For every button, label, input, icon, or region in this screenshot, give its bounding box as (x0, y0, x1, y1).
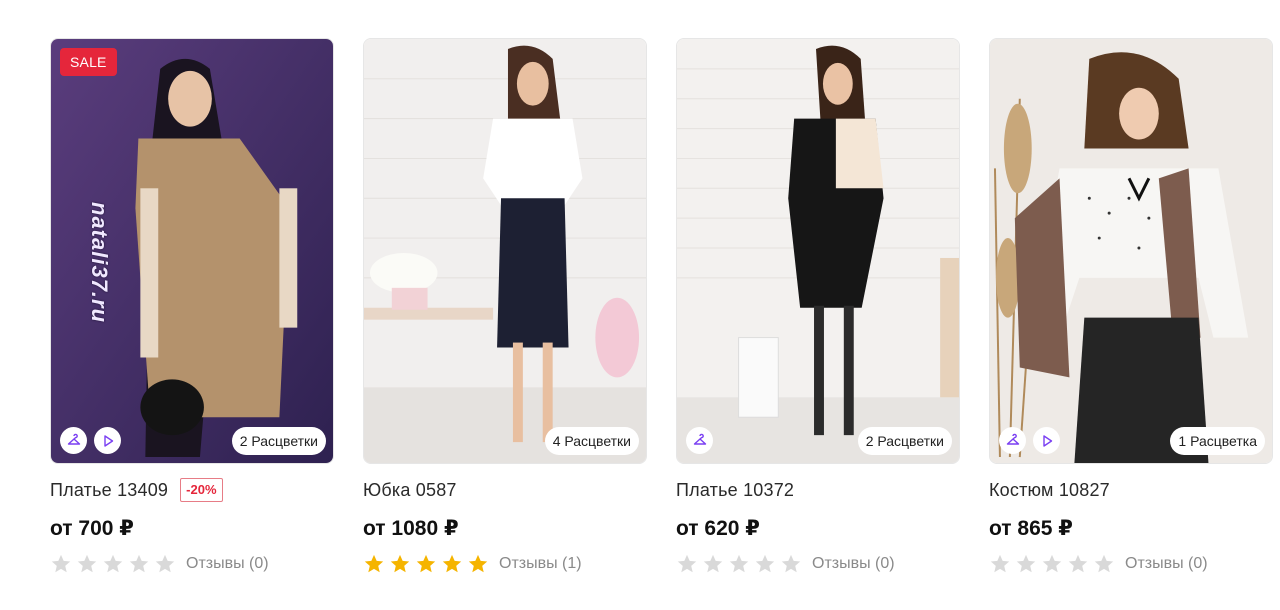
product-price: от 865 ₽ (989, 517, 1073, 540)
play-icon (1042, 434, 1052, 447)
star-icon (390, 554, 410, 573)
star-icon (1094, 554, 1114, 573)
star-icon (755, 554, 775, 573)
star-icon (51, 554, 71, 573)
product-price: от 700 ₽ (50, 517, 134, 540)
star-rating (363, 553, 489, 575)
rating-row: Отзывы (0) (676, 552, 960, 576)
product-title-row: Платье 13409 -20% (50, 478, 334, 502)
star-icon (416, 554, 436, 573)
rating-row: Отзывы (1) (363, 552, 647, 576)
try-on-button[interactable] (60, 427, 87, 454)
reviews-link[interactable]: Отзывы (0) (186, 555, 269, 573)
product-title-row: Юбка 0587 (363, 478, 647, 502)
photo-actions (60, 427, 121, 454)
try-on-button[interactable] (686, 427, 713, 454)
star-rating (50, 553, 176, 575)
product-price: от 1080 ₽ (363, 517, 459, 540)
star-icon (703, 554, 723, 573)
star-icon (442, 554, 462, 573)
play-icon (103, 434, 113, 447)
rating-row: Отзывы (0) (50, 552, 334, 576)
product-photo[interactable]: 1 Расцветка (989, 38, 1273, 464)
hanger-icon (1006, 433, 1019, 445)
star-icon (677, 554, 697, 573)
product-photo[interactable]: SALE natali37.ru 2 Расцветки (50, 38, 334, 464)
product-title-row: Костюм 10827 (989, 478, 1273, 502)
photo-actions (999, 427, 1060, 454)
star-rating (989, 553, 1115, 575)
video-button[interactable] (1033, 427, 1060, 454)
star-icon (729, 554, 749, 573)
star-icon (781, 554, 801, 573)
product-grid: SALE natali37.ru 2 Расцветки Платье 1340… (50, 38, 1274, 598)
product-photo[interactable]: 2 Расцветки (676, 38, 960, 464)
star-icon (468, 554, 488, 573)
photo-actions (686, 427, 713, 454)
sale-badge: SALE (60, 48, 117, 76)
video-button[interactable] (94, 427, 121, 454)
reviews-link[interactable]: Отзывы (0) (812, 555, 895, 573)
product-name[interactable]: Платье 10372 (676, 480, 794, 501)
star-rating (676, 553, 802, 575)
star-icon (1068, 554, 1088, 573)
color-variants-badge[interactable]: 1 Расцветка (1170, 427, 1265, 455)
product-card[interactable]: 4 Расцветки Юбка 0587 от 1080 ₽ Отзывы (… (363, 38, 647, 576)
star-icon (129, 554, 149, 573)
product-name[interactable]: Юбка 0587 (363, 480, 457, 501)
reviews-link[interactable]: Отзывы (1) (499, 555, 582, 573)
color-variants-badge[interactable]: 2 Расцветки (231, 427, 326, 455)
product-title-row: Платье 10372 (676, 478, 960, 502)
star-icon (990, 554, 1010, 573)
watermark-logo: natali37.ru (87, 202, 112, 324)
discount-badge: -20% (180, 478, 223, 502)
product-card[interactable]: 1 Расцветка Костюм 10827 от 865 ₽ Отзывы… (989, 38, 1273, 576)
product-name[interactable]: Платье 13409 (50, 480, 168, 501)
product-image (990, 39, 1272, 463)
star-icon (103, 554, 123, 573)
star-icon (364, 554, 384, 573)
star-icon (77, 554, 97, 573)
product-photo[interactable]: 4 Расцветки (363, 38, 647, 464)
product-image (364, 39, 646, 463)
hanger-icon (693, 433, 706, 445)
product-card[interactable]: SALE natali37.ru 2 Расцветки Платье 1340… (50, 38, 334, 576)
hanger-icon (67, 433, 80, 445)
star-icon (1042, 554, 1062, 573)
reviews-link[interactable]: Отзывы (0) (1125, 555, 1208, 573)
star-icon (155, 554, 175, 573)
star-icon (1016, 554, 1036, 573)
rating-row: Отзывы (0) (989, 552, 1273, 576)
product-image (677, 39, 959, 463)
color-variants-badge[interactable]: 2 Расцветки (857, 427, 952, 455)
color-variants-badge[interactable]: 4 Расцветки (544, 427, 639, 455)
product-name[interactable]: Костюм 10827 (989, 480, 1110, 501)
product-price: от 620 ₽ (676, 517, 760, 540)
product-card[interactable]: 2 Расцветки Платье 10372 от 620 ₽ Отзывы… (676, 38, 960, 576)
try-on-button[interactable] (999, 427, 1026, 454)
